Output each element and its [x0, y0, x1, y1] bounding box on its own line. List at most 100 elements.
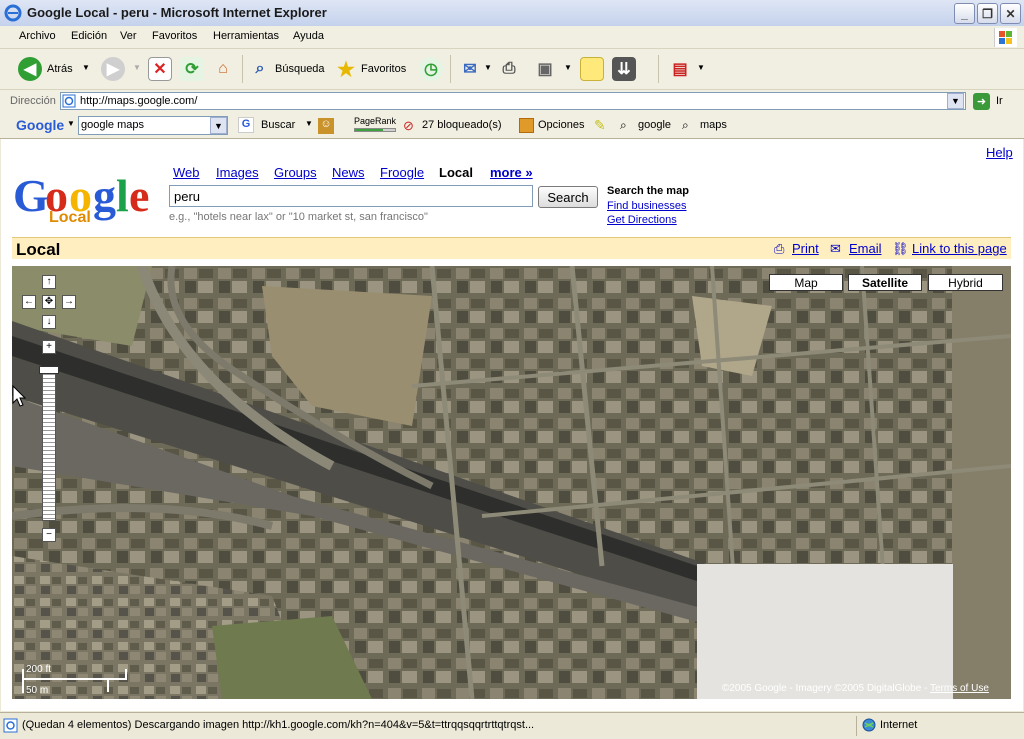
- pan-down-icon[interactable]: ↓: [42, 315, 56, 329]
- search-term-maps[interactable]: maps: [700, 119, 727, 131]
- home-icon[interactable]: ⌂: [211, 57, 235, 81]
- scale-feet: 200 ft: [26, 664, 52, 675]
- local-header-bar: Local ⎙ Print ✉ Email ⛓ Link to this pag…: [12, 237, 1011, 259]
- search-the-map-title: Search the map: [607, 185, 689, 197]
- pan-up-icon[interactable]: ↑: [42, 275, 56, 289]
- find-businesses-link[interactable]: Find businesses: [607, 200, 687, 212]
- nav-local: Local: [439, 165, 473, 180]
- menu-ver[interactable]: Ver: [120, 30, 137, 42]
- map-type-map-button[interactable]: Map: [769, 274, 843, 291]
- google-g-icon[interactable]: G: [238, 117, 254, 133]
- menu-edicion[interactable]: Edición: [71, 30, 107, 42]
- mouse-cursor-icon: [12, 385, 26, 407]
- search-maps-icon[interactable]: ⌕: [682, 118, 689, 133]
- scale-bar-tick: [22, 669, 24, 693]
- search-icon[interactable]: ⌕: [248, 57, 272, 81]
- email-link[interactable]: Email: [849, 241, 882, 256]
- nav-news[interactable]: News: [332, 165, 365, 180]
- google-toolbar-logo[interactable]: Google: [16, 117, 64, 133]
- nav-web[interactable]: Web: [173, 165, 200, 180]
- back-arrow-icon[interactable]: ◀: [18, 57, 42, 81]
- terms-of-use-link[interactable]: Terms of Use: [930, 683, 989, 694]
- email-icon[interactable]: ✉: [830, 241, 841, 257]
- pan-right-icon[interactable]: →: [62, 295, 76, 309]
- link-icon[interactable]: ⛓: [892, 241, 909, 257]
- maximize-button[interactable]: ❐: [977, 3, 998, 24]
- note-icon[interactable]: [580, 57, 604, 81]
- nav-more[interactable]: more »: [490, 165, 533, 180]
- highlighter-icon[interactable]: ✎: [594, 117, 606, 134]
- google-menu-dropdown-icon[interactable]: ▼: [67, 119, 75, 128]
- nav-froogle[interactable]: Froogle: [380, 165, 424, 180]
- forward-arrow-icon[interactable]: ▶: [101, 57, 125, 81]
- print-icon[interactable]: ⎙: [774, 241, 784, 257]
- messenger-icon[interactable]: ⇊: [612, 57, 636, 81]
- google-search-dropdown-icon[interactable]: ▼: [305, 119, 313, 128]
- refresh-icon[interactable]: ⟳: [180, 57, 204, 81]
- go-arrow-icon[interactable]: ➜: [973, 93, 990, 110]
- zoom-slider[interactable]: [42, 366, 56, 521]
- go-button[interactable]: Ir: [996, 95, 1003, 107]
- map-copyright: ©2005 Google - Imagery ©2005 DigitalGlob…: [722, 683, 989, 694]
- loading-page-icon: [3, 718, 18, 733]
- pdf-dropdown-icon[interactable]: ▼: [697, 63, 705, 72]
- popup-blocked-count[interactable]: 27 bloqueado(s): [422, 119, 502, 131]
- google-search-button[interactable]: Buscar: [261, 119, 295, 131]
- favorites-label[interactable]: Favoritos: [361, 63, 406, 75]
- menu-favoritos[interactable]: Favoritos: [152, 30, 197, 42]
- address-dropdown-icon[interactable]: ▼: [947, 93, 964, 109]
- forward-dropdown-icon[interactable]: ▼: [133, 63, 141, 72]
- popup-blocker-icon[interactable]: ⊘: [403, 118, 414, 134]
- zoom-in-icon[interactable]: +: [42, 340, 56, 354]
- stop-icon[interactable]: ✕: [148, 57, 172, 81]
- options-button[interactable]: Opciones: [538, 119, 584, 131]
- search-button[interactable]: Search: [538, 186, 598, 208]
- history-icon[interactable]: ◷: [419, 57, 443, 81]
- get-directions-link[interactable]: Get Directions: [607, 214, 677, 226]
- map-type-hybrid-button[interactable]: Hybrid: [928, 274, 1003, 291]
- address-url[interactable]: http://maps.google.com/: [80, 95, 197, 107]
- status-text: (Quedan 4 elementos) Descargando imagen …: [22, 719, 535, 731]
- google-query-dropdown-icon[interactable]: ▼: [210, 117, 227, 134]
- help-link[interactable]: Help: [986, 145, 1013, 160]
- edit-icon[interactable]: ▣: [533, 57, 557, 81]
- pdf-icon[interactable]: ▤: [668, 57, 692, 81]
- logo-local-text: Local: [49, 209, 91, 226]
- google-toolbar-query[interactable]: google maps: [81, 119, 144, 131]
- zoom-out-icon[interactable]: −: [42, 528, 56, 542]
- mail-dropdown-icon[interactable]: ▼: [484, 63, 492, 72]
- zoom-slider-handle[interactable]: [39, 366, 59, 374]
- menu-archivo[interactable]: Archivo: [19, 30, 56, 42]
- security-zone: Internet: [880, 719, 918, 731]
- options-icon[interactable]: [519, 118, 534, 133]
- standard-toolbar: ◀ Atrás ▼ ▶ ▼ ✕ ⟳ ⌂ ⌕ Búsqueda ★ Favorit…: [0, 49, 1024, 90]
- search-google-icon[interactable]: ⌕: [620, 118, 627, 133]
- back-label[interactable]: Atrás: [47, 63, 73, 75]
- address-bar: Dirección http://maps.google.com/ ▼ ➜ Ir: [0, 90, 1024, 115]
- page-icon: [62, 94, 76, 108]
- nav-images[interactable]: Images: [216, 165, 259, 180]
- news-icon[interactable]: ☺: [318, 118, 334, 134]
- edit-dropdown-icon[interactable]: ▼: [564, 63, 572, 72]
- search-input[interactable]: [169, 185, 533, 207]
- search-label[interactable]: Búsqueda: [275, 63, 325, 75]
- google-toolbar: Google ▼ google maps ▼ G Buscar ▼ ☺ Page…: [0, 114, 1024, 139]
- favorites-star-icon[interactable]: ★: [334, 57, 358, 81]
- pan-center-icon[interactable]: ✥: [42, 295, 56, 309]
- pan-left-icon[interactable]: ←: [22, 295, 36, 309]
- google-local-logo: G o o g l e Local: [13, 170, 149, 226]
- search-term-google[interactable]: google: [638, 119, 671, 131]
- link-to-this-page[interactable]: Link to this page: [912, 241, 1007, 256]
- minimize-button[interactable]: _: [954, 3, 975, 24]
- print-icon[interactable]: ⎙: [497, 57, 521, 81]
- menu-ayuda[interactable]: Ayuda: [293, 30, 324, 42]
- map-type-satellite-button[interactable]: Satellite: [848, 274, 922, 291]
- close-button[interactable]: ✕: [1000, 3, 1021, 24]
- mail-icon[interactable]: ✉: [458, 57, 482, 81]
- satellite-map[interactable]: ↑ ← ✥ → ↓ + − Map Satellite Hybrid 200 f…: [12, 266, 1011, 699]
- print-link[interactable]: Print: [792, 241, 819, 256]
- menu-herramientas[interactable]: Herramientas: [213, 30, 279, 42]
- back-dropdown-icon[interactable]: ▼: [82, 63, 90, 72]
- status-separator: [856, 716, 857, 736]
- nav-groups[interactable]: Groups: [274, 165, 317, 180]
